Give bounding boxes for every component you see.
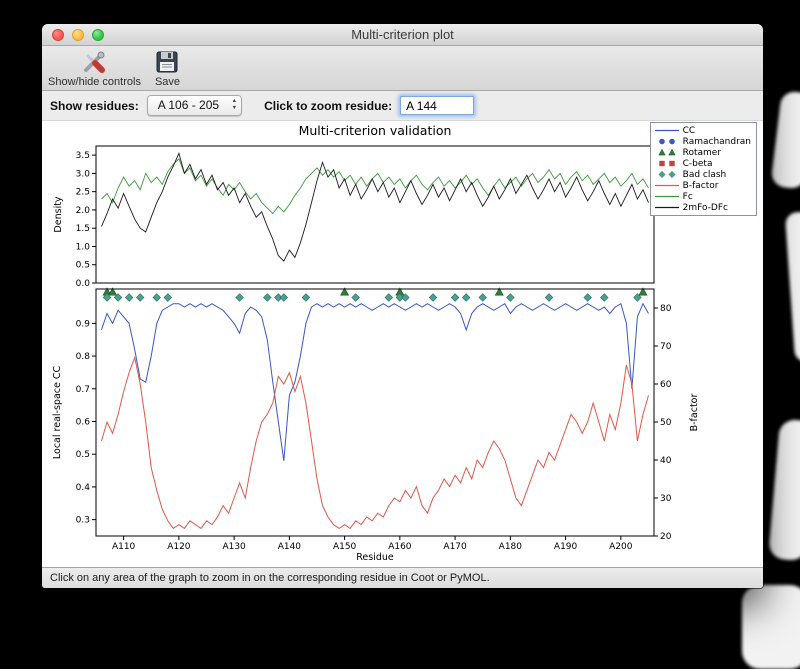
save-icon [156, 51, 178, 72]
show-hide-controls-button[interactable]: Show/hide controls [48, 49, 141, 88]
svg-text:70: 70 [660, 342, 672, 352]
svg-text:Residue: Residue [356, 552, 394, 563]
scan-artifact [784, 211, 800, 363]
svg-text:60: 60 [660, 380, 672, 390]
svg-text:2.5: 2.5 [76, 188, 90, 198]
window-title: Multi-criterion plot [351, 27, 454, 42]
svg-text:0.4: 0.4 [76, 483, 91, 493]
svg-text:A170: A170 [443, 542, 467, 552]
svg-text:A180: A180 [499, 542, 523, 552]
legend-swatch-line [654, 195, 679, 198]
legend-label: 2mFo-DFc [682, 202, 728, 213]
svg-text:A190: A190 [554, 542, 578, 552]
svg-text:A160: A160 [388, 542, 412, 552]
legend-label: Ramachandran [682, 136, 751, 147]
svg-text:1.5: 1.5 [76, 224, 90, 234]
controls-bar: Show residues: A 106 - 205 ▲ ▼ Click to z… [42, 91, 763, 121]
legend-label: B-factor [682, 180, 719, 191]
close-button[interactable] [52, 29, 64, 41]
legend-swatch-diamonds [658, 170, 676, 179]
legend-item: Bad clash [654, 169, 751, 180]
svg-text:Multi-criterion validation: Multi-criterion validation [299, 123, 452, 138]
svg-text:0.8: 0.8 [76, 352, 91, 362]
svg-text:40: 40 [660, 456, 672, 466]
legend-label: Bad clash [682, 169, 727, 180]
scan-artifact [742, 585, 800, 669]
legend-swatch-line [654, 206, 679, 209]
svg-text:0.0: 0.0 [76, 279, 91, 289]
traffic-lights [52, 29, 104, 41]
svg-text:2.0: 2.0 [76, 206, 91, 216]
chart-legend: CC Ramachandran Rotamer C-beta Bad clash B-fa… [649, 122, 757, 216]
svg-text:0.5: 0.5 [76, 261, 90, 271]
svg-text:0.6: 0.6 [76, 417, 91, 427]
legend-label: Fc [682, 191, 693, 202]
tools-icon [84, 51, 106, 73]
legend-swatch-line [654, 184, 679, 187]
svg-text:Local real-space CC: Local real-space CC [52, 366, 63, 460]
legend-item: C-beta [654, 158, 751, 169]
svg-text:B-factor: B-factor [689, 394, 700, 432]
residue-range-select[interactable]: A 106 - 205 ▲ ▼ [146, 95, 243, 116]
legend-swatch-circles [658, 138, 675, 145]
svg-text:50: 50 [660, 418, 672, 428]
stepper-arrows-icon: ▲ ▼ [231, 98, 238, 111]
status-bar: Click on any area of the graph to zoom i… [42, 567, 763, 588]
scan-artifact [770, 90, 800, 190]
legend-item: Ramachandran [654, 136, 751, 147]
zoom-residue-label: Click to zoom residue: [264, 98, 393, 113]
legend-swatch-squares [658, 160, 675, 167]
svg-text:3.0: 3.0 [76, 169, 91, 179]
legend-swatch-triangles [658, 148, 676, 156]
window-titlebar[interactable]: Multi-criterion plot [42, 24, 763, 46]
svg-text:A150: A150 [333, 542, 357, 552]
legend-label: CC [682, 125, 696, 136]
toolbar: Show/hide controls Save [42, 46, 763, 91]
svg-text:80: 80 [660, 304, 672, 314]
svg-text:30: 30 [660, 494, 672, 504]
svg-text:0.7: 0.7 [76, 385, 90, 395]
residue-range-value: A 106 - 205 [157, 98, 220, 112]
svg-text:A130: A130 [222, 542, 246, 552]
toolbar-label: Show/hide controls [48, 75, 141, 88]
legend-item: Rotamer [654, 147, 751, 158]
svg-text:0.9: 0.9 [76, 319, 91, 329]
svg-text:0.3: 0.3 [76, 516, 90, 526]
plot-area[interactable]: 0.0 0.5 1.0 1.5 2.0 2.5 3.0 3.5 0.3 0.4 0.5 0.6 0.7 0… [42, 121, 763, 567]
legend-item: B-factor [654, 180, 751, 191]
svg-text:A200: A200 [609, 542, 633, 552]
legend-label: Rotamer [682, 147, 722, 158]
app-window: Multi-criterion plot Show/hide controls … [42, 24, 763, 588]
svg-text:A140: A140 [278, 542, 302, 552]
legend-label: C-beta [682, 158, 713, 169]
svg-text:A110: A110 [112, 542, 136, 552]
legend-item: CC [654, 125, 751, 136]
svg-text:0.5: 0.5 [76, 450, 90, 460]
minimize-button[interactable] [72, 29, 84, 41]
show-residues-label: Show residues: [50, 98, 139, 113]
svg-text:A120: A120 [167, 542, 191, 552]
zoom-residue-input[interactable] [400, 96, 475, 115]
svg-text:Density: Density [53, 196, 64, 232]
legend-swatch-line [654, 129, 679, 132]
legend-item: Fc [654, 191, 751, 202]
zoom-window-button[interactable] [92, 29, 104, 41]
svg-text:1.0: 1.0 [76, 242, 91, 252]
svg-text:3.5: 3.5 [76, 151, 90, 161]
svg-text:20: 20 [660, 532, 672, 542]
legend-item: 2mFo-DFc [654, 202, 751, 213]
scan-artifact [767, 418, 800, 562]
save-button[interactable]: Save [155, 49, 180, 88]
toolbar-label: Save [154, 75, 181, 88]
status-text: Click on any area of the graph to zoom i… [50, 572, 490, 584]
